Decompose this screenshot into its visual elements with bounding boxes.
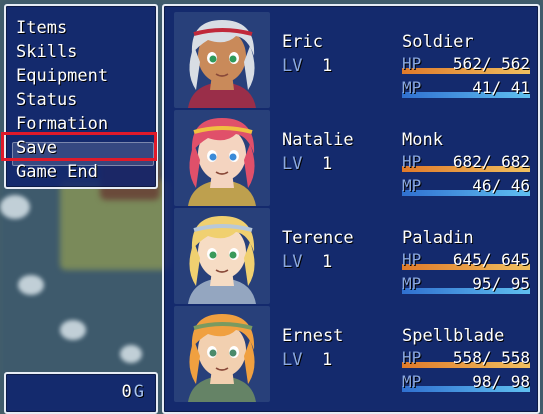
- level-value: 1: [322, 154, 333, 174]
- mp-separator: /: [491, 372, 511, 391]
- portrait-art: [174, 208, 270, 304]
- actor-row[interactable]: Natalie LV 1 Monk HP 682/ 682 MP 46/ 46: [172, 108, 536, 206]
- portrait-art: [174, 306, 270, 402]
- mp-separator: /: [491, 274, 511, 293]
- gold-window: 0G: [4, 372, 158, 414]
- gold-unit: G: [133, 382, 144, 402]
- hp-value: 682/ 682: [453, 152, 530, 171]
- hp-current: 645: [452, 250, 482, 269]
- actor-portrait: [174, 110, 270, 206]
- mp-separator: /: [491, 176, 511, 195]
- gold-amount: 0: [121, 382, 132, 402]
- actor-name: Terence: [282, 228, 354, 248]
- hp-max: 558: [501, 348, 530, 367]
- mp-value: 41/ 41: [472, 78, 530, 97]
- actor-portrait: [174, 208, 270, 304]
- mp-label: MP: [402, 176, 422, 195]
- actor-class: Soldier: [402, 32, 474, 52]
- hp-gauge: HP 645/ 645: [402, 250, 530, 272]
- level-label: LV: [282, 56, 303, 76]
- hp-label: HP: [402, 348, 422, 367]
- mp-gauge: MP 46/ 46: [402, 176, 530, 198]
- hp-gauge: HP 562/ 562: [402, 54, 530, 76]
- hp-max: 682: [501, 152, 530, 171]
- mp-value: 98/ 98: [472, 372, 530, 391]
- menu-item-save[interactable]: Save: [16, 136, 108, 160]
- mp-gauge: MP 95/ 95: [402, 274, 530, 296]
- actor-name: Ernest: [282, 326, 344, 346]
- hp-max: 645: [501, 250, 530, 269]
- actor-name: Eric: [282, 32, 323, 52]
- menu-item-status[interactable]: Status: [16, 88, 108, 112]
- actor-name: Natalie: [282, 130, 354, 150]
- level-value: 1: [322, 252, 333, 272]
- actor-class: Monk: [402, 130, 443, 150]
- hp-value: 645/ 645: [453, 250, 530, 269]
- actor-row[interactable]: Ernest LV 1 Spellblade HP 558/ 558 MP 98/ 98: [172, 304, 536, 402]
- hp-value: 562/ 562: [453, 54, 530, 73]
- mp-gauge: MP 98/ 98: [402, 372, 530, 394]
- mp-separator: /: [491, 78, 511, 97]
- mp-max: 98: [510, 372, 530, 391]
- mp-current: 41: [472, 78, 492, 97]
- hp-gauge: HP 558/ 558: [402, 348, 530, 370]
- level-value: 1: [322, 56, 333, 76]
- mp-max: 95: [510, 274, 530, 293]
- hp-label: HP: [402, 152, 422, 171]
- hp-separator: /: [481, 348, 502, 367]
- hp-separator: /: [481, 152, 502, 171]
- menu-item-game-end[interactable]: Game End: [16, 160, 108, 184]
- hp-max: 562: [501, 54, 530, 73]
- actor-portrait: [174, 12, 270, 108]
- mp-value: 46/ 46: [472, 176, 530, 195]
- mp-label: MP: [402, 372, 422, 391]
- hp-current: 562: [452, 54, 482, 73]
- mp-max: 41: [510, 78, 530, 97]
- portrait-art: [174, 12, 270, 108]
- menu-item-equipment[interactable]: Equipment: [16, 64, 108, 88]
- mp-gauge: MP 41/ 41: [402, 78, 530, 100]
- hp-gauge: HP 682/ 682: [402, 152, 530, 174]
- level-label: LV: [282, 252, 303, 272]
- level-label: LV: [282, 350, 303, 370]
- mp-label: MP: [402, 78, 422, 97]
- level-label: LV: [282, 154, 303, 174]
- hp-current: 558: [452, 348, 482, 367]
- actor-row[interactable]: Terence LV 1 Paladin HP 645/ 645 MP 95/ 95: [172, 206, 536, 304]
- command-menu-window: Items Skills Equipment Status Formation …: [4, 4, 158, 189]
- actor-portrait: [174, 306, 270, 402]
- hp-current: 682: [452, 152, 482, 171]
- actor-class: Spellblade: [402, 326, 505, 346]
- actor-class: Paladin: [402, 228, 474, 248]
- gold-display: 0G: [122, 382, 145, 402]
- menu-item-formation[interactable]: Formation: [16, 112, 108, 136]
- hp-label: HP: [402, 54, 422, 73]
- hp-label: HP: [402, 250, 422, 269]
- hp-separator: /: [481, 54, 502, 73]
- mp-current: 95: [472, 274, 492, 293]
- portrait-art: [174, 110, 270, 206]
- actor-row[interactable]: Eric LV 1 Soldier HP 562/ 562 MP 41/ 41: [172, 10, 536, 108]
- menu-item-items[interactable]: Items: [16, 16, 108, 40]
- party-status-window: Eric LV 1 Soldier HP 562/ 562 MP 41/ 41 Natalie L…: [162, 4, 540, 414]
- command-list: Items Skills Equipment Status Formation …: [16, 16, 108, 184]
- hp-value: 558/ 558: [453, 348, 530, 367]
- menu-item-skills[interactable]: Skills: [16, 40, 108, 64]
- level-value: 1: [322, 350, 333, 370]
- mp-value: 95/ 95: [472, 274, 530, 293]
- mp-max: 46: [510, 176, 530, 195]
- mp-current: 98: [472, 372, 492, 391]
- hp-separator: /: [481, 250, 502, 269]
- mp-label: MP: [402, 274, 422, 293]
- mp-current: 46: [472, 176, 492, 195]
